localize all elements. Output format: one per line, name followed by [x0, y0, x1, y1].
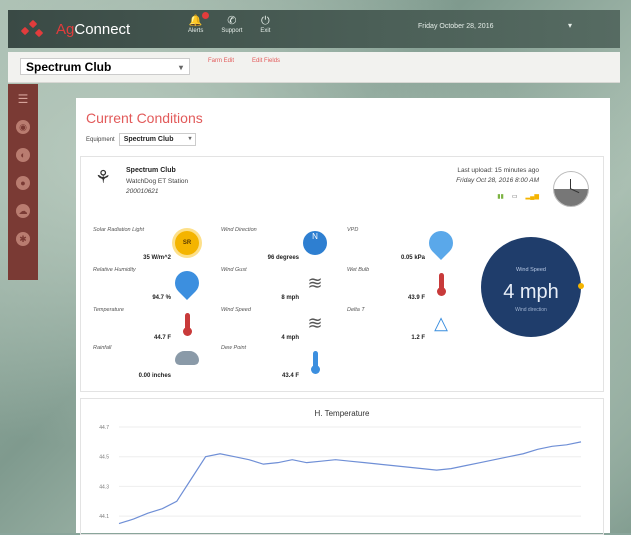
battery-icon: ▮▮ [497, 194, 504, 200]
delta-t-icon: △ [434, 313, 448, 333]
left-sidebar: ☰ ◉ ◐ ● ☁ ✱ [8, 84, 38, 280]
station-model: WatchDog ET Station [126, 178, 189, 185]
logo[interactable]: AgConnect [20, 18, 130, 40]
menu-icon[interactable]: ☰ [16, 92, 30, 106]
dew-point-icon [303, 349, 327, 374]
wind-gauge-label: Wind Speed [516, 267, 546, 273]
alerts-label: Alerts [188, 28, 204, 34]
wind-speed-gauge: Wind Speed 4 mph Wind direction [481, 237, 584, 337]
dashboard-icon[interactable]: ◉ [16, 120, 30, 134]
sd-card-icon: ▭ [511, 194, 518, 200]
weather-icon[interactable]: ☁ [16, 204, 30, 218]
site-bar: Spectrum Club ▾ Farm Edit Edit Fields [8, 52, 620, 83]
y-tick-label: 44.3 [99, 484, 109, 490]
farm-edit-link[interactable]: Farm Edit [208, 57, 234, 65]
metric-solar-radiation: Solar Radiation Light 35 W/m^2 SR [93, 227, 203, 267]
location-icon[interactable]: ● [16, 176, 30, 190]
gauge-icon[interactable]: ◐ [16, 148, 30, 162]
clock-icon [553, 171, 589, 207]
signal-icon: ▂▄▆ [525, 194, 539, 200]
y-tick-label: 44.7 [99, 425, 109, 431]
site-select[interactable]: Spectrum Club ▾ [20, 58, 190, 75]
metric-delta-t: Delta T 1.2 F △ [347, 307, 457, 347]
last-upload: Last upload: 15 minutes ago [457, 167, 539, 174]
equipment-label: Equipment [86, 136, 115, 143]
exit-label: Exit [260, 28, 271, 34]
metric-rainfall: Rainfall 0.00 inches [93, 345, 203, 385]
support-button[interactable]: ✆ Support [221, 14, 242, 34]
support-label: Support [221, 28, 243, 34]
wind-speed-icon: ≋ [307, 313, 323, 333]
metric-wind-direction: Wind Direction 96 degrees N [221, 227, 331, 267]
main-panel: Current Conditions Equipment Spectrum Cl… [76, 98, 610, 535]
y-tick-label: 44.5 [99, 455, 109, 461]
wet-bulb-icon [429, 271, 453, 296]
exit-icon: ⏻ [261, 15, 270, 27]
alert-badge [201, 12, 209, 19]
account-dropdown-icon[interactable]: ▾ [568, 21, 572, 30]
y-tick-label: 44.1 [99, 514, 109, 520]
logo-mark-icon [20, 18, 50, 40]
metric-relative-humidity: Relative Humidity 94.7 % [93, 266, 204, 307]
vpd-drop-icon [424, 226, 458, 260]
conditions-card: ⚘ Spectrum Club WatchDog ET Station 2000… [80, 156, 604, 392]
wind-gauge-value: 4 mph [503, 281, 559, 303]
brand-name: AgConnect [56, 20, 131, 38]
wind-gust-icon: ≋ [307, 273, 323, 293]
wind-direction-marker [578, 283, 584, 289]
edit-fields-link[interactable]: Edit Fields [252, 57, 280, 65]
sun-icon: SR [175, 231, 199, 255]
metric-wind-gust: Wind Gust 8 mph ≋ [221, 267, 331, 307]
phone-icon: ✆ [227, 15, 237, 27]
upload-info: Last upload: 15 minutes ago Friday Oct 2… [456, 167, 539, 184]
exit-button[interactable]: ⏻ Exit [260, 14, 270, 34]
metric-vpd: VPD 0.05 kPa [347, 226, 458, 267]
equipment-select[interactable]: Spectrum Club [118, 133, 197, 146]
metric-dew-point: Dew Point 43.4 F [221, 345, 331, 385]
humidity-drop-icon [170, 266, 204, 300]
settings-icon[interactable]: ✱ [16, 232, 30, 246]
rain-cloud-icon [175, 351, 199, 365]
metric-wet-bulb: Wet Bulb 43.9 F [347, 267, 457, 307]
bell-icon: 🔔 [189, 12, 209, 28]
station-id: 200010621 [126, 188, 159, 195]
thermometer-icon [175, 311, 199, 336]
temperature-series-line [118, 441, 582, 525]
chevron-down-icon: ▾ [178, 63, 183, 72]
page-title: Current Conditions [86, 110, 203, 126]
equipment-filter: Equipment Spectrum Club [86, 133, 197, 146]
metric-temperature: Temperature 44.7 F [93, 307, 203, 347]
compass-icon: N [303, 231, 327, 255]
station-name: Spectrum Club [126, 167, 176, 174]
metric-wind-speed: Wind Speed 4 mph ≋ [221, 307, 331, 347]
temperature-chart: 44.7 44.5 44.3 44.1 [99, 425, 582, 525]
temperature-chart-card: H. Temperature 44.7 44.5 44.3 44.1 [80, 398, 604, 535]
wind-gauge-sub: Wind direction [515, 307, 547, 313]
upload-time: Friday Oct 28, 2016 8:00 AM [456, 177, 539, 184]
status-icons: ▮▮ ▭ ▂▄▆ [497, 193, 539, 200]
top-bar: AgConnect 🔔 Alerts ✆ Support ⏻ Exit Frid… [8, 10, 620, 48]
date-time: Friday October 28, 2016 [418, 23, 494, 30]
weather-station-icon: ⚘ [95, 167, 112, 187]
alerts-button[interactable]: 🔔 Alerts [188, 12, 209, 34]
